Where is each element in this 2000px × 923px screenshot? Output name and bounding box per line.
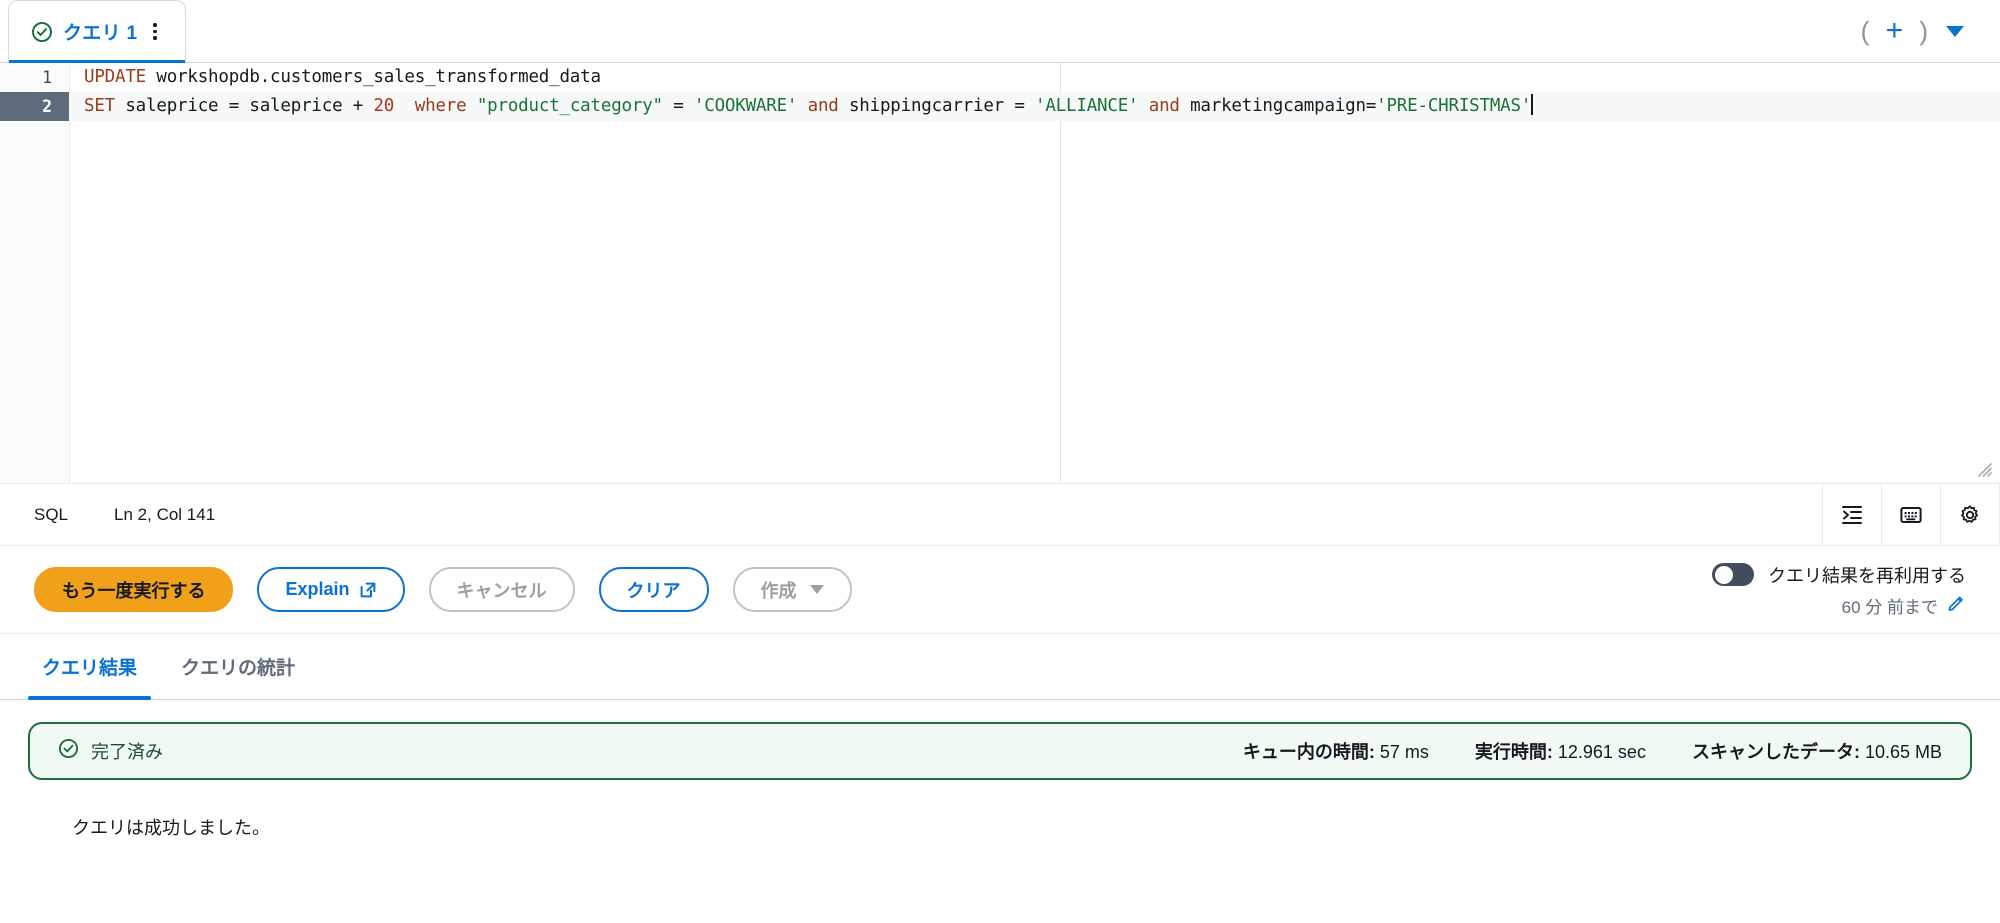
editor-code-lines[interactable]: 1 UPDATE workshopdb.customers_sales_trans… — [0, 63, 2000, 121]
query-action-bar: もう一度実行する Explain キャンセル クリア 作成 クエリ結果を再利用す… — [0, 546, 2000, 634]
code-token: + — [352, 96, 364, 116]
code-token: = — [1365, 96, 1377, 116]
reuse-results-toggle[interactable] — [1712, 563, 1754, 586]
metric-value: 12.961 sec — [1552, 742, 1646, 762]
results-tab-0[interactable]: クエリ結果 — [20, 634, 159, 700]
line-number: 1 — [42, 68, 52, 87]
explain-button-label: Explain — [285, 579, 350, 599]
keyboard-shortcuts-icon[interactable] — [1881, 484, 1940, 545]
editor-cursor-position: Ln 2, Col 141 — [114, 504, 216, 524]
tab-strip-controls: ( + ) — [1855, 0, 2000, 62]
code-token: "product_category" — [476, 96, 663, 116]
line-number: 2 — [0, 92, 69, 121]
code-token: marketingcampaign — [1179, 96, 1366, 116]
query-status-alert: 完了済み キュー内の時間: 57 ms 実行時間: 12.961 sec スキャンし… — [28, 722, 1972, 780]
metric-label: スキャンしたデータ: — [1691, 742, 1860, 762]
reuse-results-block: クエリ結果を再利用する 60 分 前まで — [1712, 562, 1966, 618]
create-button-label: 作成 — [760, 580, 797, 601]
resize-grip-icon[interactable] — [1974, 459, 1992, 477]
editor-language-label: SQL — [34, 504, 69, 524]
editor-column-ruler — [1060, 63, 1061, 483]
metric-item: キュー内の時間: 57 ms — [1243, 738, 1429, 764]
line-code[interactable]: UPDATE workshopdb.customers_sales_transf… — [69, 63, 2000, 92]
editor-line[interactable]: 1 UPDATE workshopdb.customers_sales_trans… — [0, 63, 2000, 92]
result-message: クエリは成功しました。 — [72, 818, 270, 838]
editor-scroll-area[interactable]: 1 UPDATE workshopdb.customers_sales_trans… — [0, 63, 2000, 483]
code-token: saleprice — [115, 96, 229, 116]
chevron-down-icon[interactable] — [1946, 25, 1964, 37]
query-tab-strip: クエリ 1 ( + ) — [0, 0, 2000, 63]
pencil-edit-icon[interactable] — [1947, 593, 1966, 617]
add-query-tab-button[interactable]: + — [1877, 14, 1911, 48]
code-token: 'PRE-CHRISTMAS' — [1376, 96, 1532, 116]
code-token: shippingcarrier — [838, 96, 1015, 116]
left-paren-decoration: ( — [1860, 16, 1870, 46]
editor-status-bar: SQL Ln 2, Col 141 — [0, 484, 2000, 546]
toggle-knob — [1714, 565, 1733, 584]
reuse-results-row: クエリ結果を再利用する — [1712, 562, 1966, 588]
query-action-buttons: もう一度実行する Explain キャンセル クリア 作成 — [34, 567, 852, 612]
code-token: 20 — [373, 96, 395, 116]
sql-editor[interactable]: 1 UPDATE workshopdb.customers_sales_trans… — [0, 63, 2000, 484]
external-link-icon — [359, 581, 377, 599]
editor-settings-gear-icon[interactable] — [1940, 484, 2000, 545]
query-tab-1[interactable]: クエリ 1 — [8, 0, 186, 63]
metric-value: 10.65 MB — [1859, 742, 1942, 762]
editor-status-left: SQL Ln 2, Col 141 — [0, 505, 215, 525]
reuse-window-row: 60 分 前まで — [1842, 593, 1966, 618]
code-token: = — [228, 96, 240, 116]
code-token: SET — [84, 96, 116, 116]
code-token: = — [1014, 96, 1025, 116]
editor-status-actions — [1822, 484, 2000, 545]
status-badge: 完了済み — [91, 742, 163, 762]
code-token: UPDATE — [84, 67, 147, 87]
metric-item: 実行時間: 12.961 sec — [1475, 738, 1646, 764]
kebab-menu-icon[interactable] — [147, 19, 163, 44]
metric-label: 実行時間: — [1474, 742, 1553, 762]
clear-button[interactable]: クリア — [598, 567, 709, 612]
code-token: saleprice — [239, 96, 353, 116]
run-again-button[interactable]: もう一度実行する — [34, 567, 234, 612]
query-editor-page: クエリ 1 ( + ) 1 UPDATE workshopdb.customers… — [0, 0, 2000, 923]
code-token: workshopdb.customers_sales_transformed_d… — [156, 67, 601, 87]
code-token: where — [414, 96, 467, 116]
code-token: and — [807, 96, 839, 116]
code-token: = — [673, 96, 684, 116]
query-status-left: 完了済み — [58, 738, 163, 764]
reuse-window-label: 60 分 前まで — [1841, 597, 1938, 617]
editor-gutter — [0, 63, 70, 483]
format-query-icon[interactable] — [1822, 484, 1881, 545]
results-tab-bar: クエリ結果 クエリの統計 — [0, 634, 2000, 700]
metric-label: キュー内の時間: — [1242, 742, 1375, 762]
metric-value: 57 ms — [1374, 742, 1429, 762]
results-panel: 完了済み キュー内の時間: 57 ms 実行時間: 12.961 sec スキャンし… — [0, 700, 2000, 840]
right-paren-decoration: ) — [1919, 16, 1928, 46]
cancel-button[interactable]: キャンセル — [428, 567, 575, 612]
line-code[interactable]: SET saleprice = saleprice + 20 where "pr… — [69, 92, 2000, 121]
create-button[interactable]: 作成 — [732, 567, 852, 612]
explain-button[interactable]: Explain — [257, 567, 405, 612]
results-tab-1[interactable]: クエリの統計 — [159, 634, 317, 699]
code-token: 'COOKWARE' — [693, 96, 798, 116]
chevron-down-icon — [809, 585, 824, 594]
code-token: 'ALLIANCE' — [1035, 96, 1139, 116]
query-tab-label: クエリ 1 — [63, 23, 138, 44]
editor-line[interactable]: 2 SET saleprice = saleprice + 20 where "p… — [0, 92, 2000, 121]
text-caret — [1531, 94, 1533, 115]
check-circle-icon — [31, 21, 53, 43]
reuse-results-label: クエリ結果を再利用する — [1768, 565, 1966, 586]
check-circle-icon — [58, 738, 79, 764]
metric-item: スキャンしたデータ: 10.65 MB — [1692, 738, 1942, 764]
code-token: and — [1148, 96, 1180, 116]
query-metrics: キュー内の時間: 57 ms 実行時間: 12.961 sec スキャンしたデータ:… — [1243, 738, 1942, 764]
